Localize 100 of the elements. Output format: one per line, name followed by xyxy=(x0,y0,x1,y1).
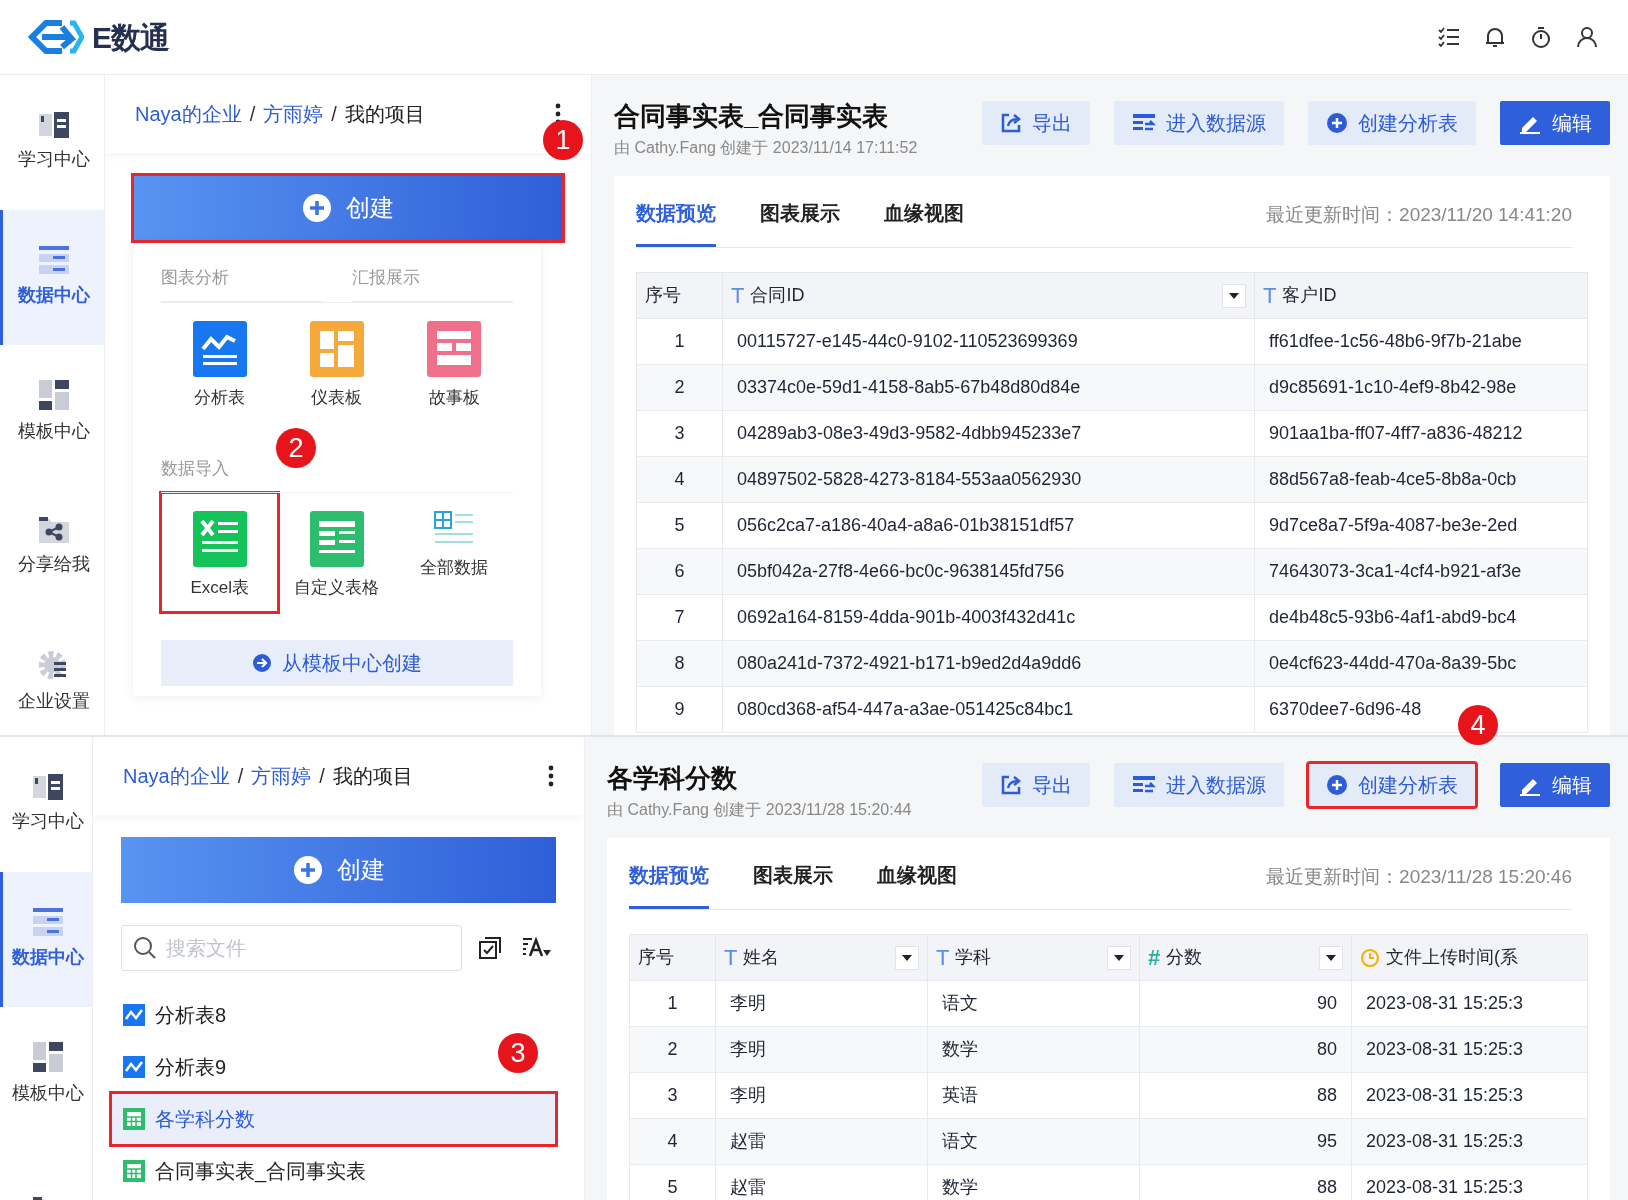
logo-icon xyxy=(26,19,84,55)
tab[interactable]: 图表展示 xyxy=(753,846,833,909)
table-cell: de4b48c5-93b6-4af1-abd9-bc4 xyxy=(1254,594,1588,641)
breadcrumb-link[interactable]: Naya的企业 xyxy=(135,103,242,125)
tab[interactable]: 图表展示 xyxy=(760,184,840,247)
tab[interactable]: 血缘视图 xyxy=(884,184,964,247)
nav-item[interactable]: 学习中心 xyxy=(0,75,104,210)
table-cell: 2023-08-31 15:25:3 xyxy=(1351,980,1588,1027)
table-cell: d9c85691-1c10-4ef9-8b42-98e xyxy=(1254,364,1588,411)
export-icon xyxy=(1000,112,1022,134)
checklist-icon xyxy=(1438,26,1460,48)
table-cell: 3 xyxy=(629,1072,716,1119)
nav-item[interactable]: 学习中心 xyxy=(0,737,92,872)
table-cell: 4 xyxy=(636,456,723,503)
create-option[interactable]: 全部数据 xyxy=(395,492,513,612)
filter-dropdown[interactable] xyxy=(1319,945,1343,970)
breadcrumb-link[interactable]: Naya的企业 xyxy=(123,765,230,787)
table-cell: 7 xyxy=(636,594,723,641)
data-source-button[interactable]: 进入数据源 xyxy=(1114,101,1284,145)
nav-item[interactable]: 数据中心 xyxy=(0,210,104,345)
breadcrumb-link[interactable]: 方雨婷 xyxy=(263,103,324,125)
field-type-icon: T xyxy=(731,279,745,312)
list-icon xyxy=(38,246,69,274)
table-cell: 88d567a8-feab-4ce5-8b8a-0cb xyxy=(1254,456,1588,503)
share-icon xyxy=(38,517,69,543)
table-cell: 00115727-e145-44c0-9102-110523699369 xyxy=(722,318,1255,365)
table-icon xyxy=(123,1160,145,1182)
table-cell: 080a241d-7372-4921-b171-b9ed2d4a9dd6 xyxy=(722,640,1255,687)
edit-button[interactable]: 编辑 xyxy=(1500,763,1610,807)
create-analysis-button[interactable]: 创建分析表 xyxy=(1308,763,1476,807)
bell-icon xyxy=(1484,26,1506,48)
plus-circle-icon xyxy=(302,193,332,223)
tab[interactable]: 血缘视图 xyxy=(877,846,957,909)
breadcrumb-separator: / xyxy=(249,103,256,125)
file-item[interactable]: 各学科分数 xyxy=(111,1093,556,1145)
line-chart-icon xyxy=(123,1004,145,1026)
table-cell: 95 xyxy=(1139,1118,1352,1165)
filter-dropdown[interactable] xyxy=(1107,945,1131,970)
filter-dropdown[interactable] xyxy=(895,945,919,970)
create-option[interactable]: 故事板 xyxy=(395,302,513,422)
table-cell: ff61dfee-1c56-48b6-9f7b-21abe xyxy=(1254,318,1588,365)
table-cell: 2 xyxy=(629,1026,716,1073)
create-option[interactable]: 分析表 xyxy=(161,302,279,422)
table-cell: 90 xyxy=(1139,980,1352,1027)
create-option[interactable]: 自定义表格 xyxy=(278,492,396,612)
search-field[interactable]: 搜索文件 xyxy=(121,925,462,971)
caret-icon xyxy=(1326,954,1336,961)
filter-dropdown[interactable] xyxy=(1222,283,1246,308)
field-type-icon: T xyxy=(936,941,950,974)
table-cell: 1 xyxy=(629,980,716,1027)
menu-tab[interactable]: 图表分析 xyxy=(161,261,322,302)
create-button[interactable]: 创建 xyxy=(121,837,556,903)
export-button[interactable]: 导出 xyxy=(982,101,1090,145)
tab[interactable]: 数据预览 xyxy=(636,184,716,247)
section-heading: 数据导入 xyxy=(161,459,229,478)
table-cell: 4 xyxy=(629,1118,716,1165)
breadcrumb-current: 我的项目 xyxy=(332,765,413,787)
nav-item[interactable]: 分享给我 xyxy=(0,480,104,615)
template-create-button[interactable]: 从模板中心创建 xyxy=(161,640,513,686)
table-icon xyxy=(123,1108,145,1130)
table-cell: 英语 xyxy=(927,1072,1140,1119)
table-cell: 05bf042a-27f8-4e66-bc0c-9638145fd756 xyxy=(722,548,1255,595)
checkbox-icon xyxy=(478,936,502,961)
settings-icon xyxy=(38,650,69,680)
tab[interactable]: 数据预览 xyxy=(629,846,709,909)
table-cell: 语文 xyxy=(927,980,1140,1027)
column-header: 学科 xyxy=(955,946,992,969)
table-cell: 5 xyxy=(636,502,723,549)
create-button[interactable]: 创建 xyxy=(133,175,563,241)
export-button[interactable]: 导出 xyxy=(982,763,1090,807)
app-logo-text: E数通 xyxy=(92,19,169,56)
create-analysis-button[interactable]: 创建分析表 xyxy=(1308,101,1476,145)
more-icon xyxy=(548,765,554,787)
table-cell: 李明 xyxy=(715,1072,928,1119)
create-option[interactable]: Excel表 xyxy=(161,492,279,612)
arrow-circle-icon xyxy=(252,653,272,673)
create-option[interactable]: 仪表板 xyxy=(278,302,396,422)
nav-item[interactable]: 数据中心 xyxy=(0,872,92,1007)
user-icon xyxy=(1576,26,1598,48)
file-item[interactable]: 合同事实表_合同事实表 xyxy=(111,1145,556,1197)
nav-item[interactable]: 企业设置 xyxy=(0,615,104,735)
table-title: 各学科分数 xyxy=(607,762,738,795)
nav-item[interactable]: 模板中心 xyxy=(0,1007,92,1142)
breadcrumb-link[interactable]: 方雨婷 xyxy=(251,765,312,787)
edit-button[interactable]: 编辑 xyxy=(1500,101,1610,145)
data-source-button[interactable]: 进入数据源 xyxy=(1114,763,1284,807)
table-cell: 901aa1ba-ff07-4ff7-a836-48212 xyxy=(1254,410,1588,457)
breadcrumb-separator: / xyxy=(331,103,337,125)
column-header: 文件上传时间(系 xyxy=(1386,946,1518,969)
column-header: 客户ID xyxy=(1282,284,1337,307)
search-icon xyxy=(133,936,157,960)
table-cell: 0692a164-8159-4dda-901b-4003f432d41c xyxy=(722,594,1255,641)
nav-item[interactable]: 模板中心 xyxy=(0,345,104,480)
table-cell: 04289ab3-08e3-49d3-9582-4dbb945233e7 xyxy=(722,410,1255,457)
field-type-icon: T xyxy=(1263,279,1277,312)
table-cell: 6 xyxy=(636,548,723,595)
layout-icon xyxy=(32,1042,63,1072)
caret-icon xyxy=(1229,292,1239,299)
table-cell: 8 xyxy=(636,640,723,687)
grid-icon xyxy=(427,320,482,377)
